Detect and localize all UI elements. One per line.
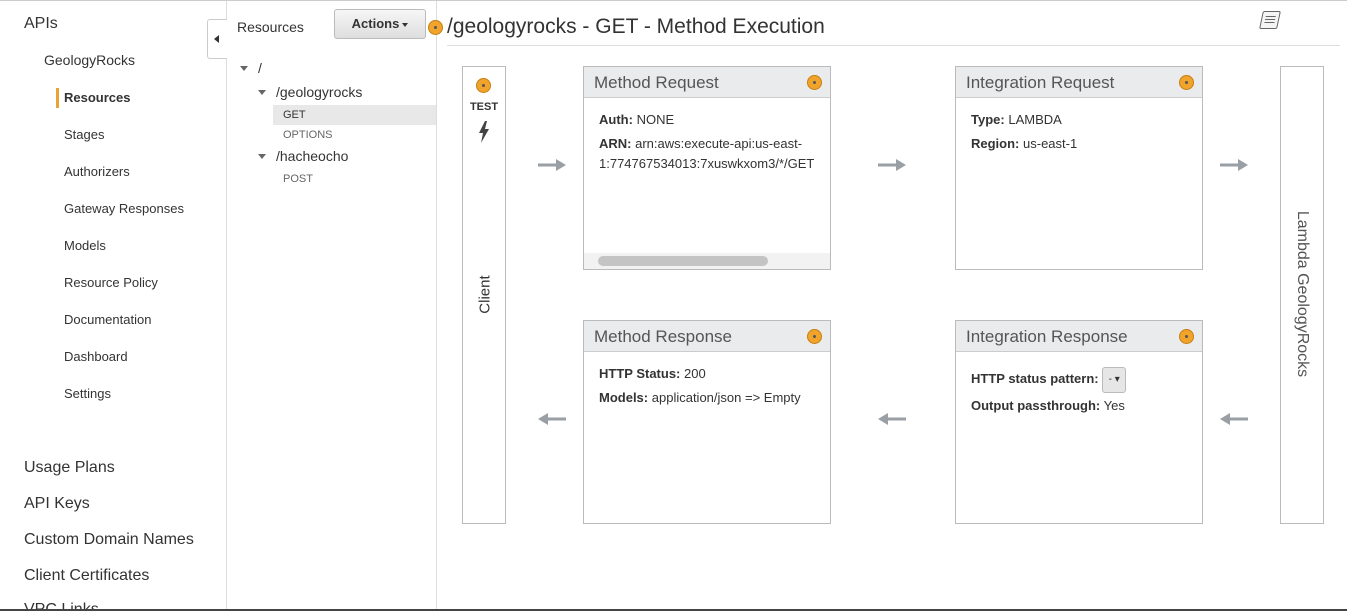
output-passthrough-label: Output passthrough:	[971, 398, 1101, 413]
models-value: application/json => Empty	[651, 390, 801, 405]
book-icon[interactable]	[1259, 11, 1281, 29]
status-pattern-label: HTTP status pattern:	[971, 371, 1099, 386]
output-passthrough-value: Yes	[1103, 398, 1125, 413]
resources-heading: Resources	[237, 19, 304, 35]
horizontal-scrollbar[interactable]	[584, 253, 830, 269]
nav-item-settings[interactable]: Settings	[64, 386, 111, 401]
region-label: Region:	[971, 136, 1020, 151]
resource-tree-panel: Resources Actions / /geologyrocks GET OP…	[228, 1, 437, 609]
actions-dropdown-button[interactable]: Actions	[334, 9, 426, 39]
tree-method-get[interactable]: GET	[273, 105, 436, 125]
actions-label: Actions	[351, 16, 400, 31]
integration-response-panel[interactable]: Integration Response HTTP status pattern…	[955, 320, 1203, 524]
collapse-nav-button[interactable]	[207, 19, 227, 59]
chevron-down-icon	[402, 22, 409, 27]
gear-icon[interactable]	[476, 78, 491, 93]
lightning-bolt-icon[interactable]	[478, 121, 490, 143]
method-request-header[interactable]: Method Request	[584, 67, 830, 98]
tree-node-hacheocho[interactable]: /hacheocho	[276, 148, 348, 164]
integration-response-body: HTTP status pattern: - ▾ Output passthro…	[956, 352, 1202, 428]
integration-request-title[interactable]: Integration Request	[966, 73, 1114, 92]
nav-api-name[interactable]: GeologyRocks	[44, 52, 135, 68]
tree-method-post[interactable]: POST	[273, 169, 323, 189]
gear-icon[interactable]	[807, 329, 822, 344]
integration-request-body: Type: LAMBDA Region: us-east-1	[956, 98, 1202, 166]
nav-client-certificates[interactable]: Client Certificates	[24, 567, 149, 585]
arrow-left-icon	[538, 413, 566, 425]
status-pattern-value: -	[1108, 373, 1112, 385]
arrow-left-icon	[1220, 413, 1248, 425]
region-value: us-east-1	[1023, 136, 1078, 151]
expand-caret-icon[interactable]	[258, 154, 266, 159]
status-pattern-select[interactable]: - ▾	[1102, 366, 1127, 393]
nav-vpc-links[interactable]: VPC Links	[24, 601, 99, 609]
integration-request-header[interactable]: Integration Request	[956, 67, 1202, 98]
type-label: Type:	[971, 112, 1005, 127]
expand-caret-icon[interactable]	[258, 90, 266, 95]
arrow-right-icon	[1220, 159, 1248, 171]
arrow-right-icon	[538, 159, 566, 171]
gear-icon[interactable]	[1179, 75, 1194, 90]
tree-method-options[interactable]: OPTIONS	[273, 125, 343, 145]
test-label[interactable]: TEST	[463, 101, 505, 113]
nav-item-resource-policy[interactable]: Resource Policy	[64, 275, 158, 290]
left-navigation: APIs GeologyRocks Resources Stages Autho…	[0, 1, 227, 609]
tree-node-geologyrocks[interactable]: /geologyrocks	[276, 84, 362, 100]
nav-item-dashboard[interactable]: Dashboard	[64, 349, 128, 364]
lambda-label: Lambda GeologyRocks	[1294, 210, 1311, 378]
nav-custom-domain-names[interactable]: Custom Domain Names	[24, 531, 194, 549]
nav-usage-plans[interactable]: Usage Plans	[24, 459, 115, 477]
arrow-right-icon	[878, 159, 906, 171]
client-label: Client	[476, 275, 494, 314]
method-response-title[interactable]: Method Response	[594, 327, 732, 346]
gear-icon[interactable]	[1179, 329, 1194, 344]
method-request-body: Auth: NONE ARN: arn:aws:execute-api:us-e…	[584, 98, 830, 184]
title-divider	[447, 45, 1340, 46]
http-status-value: 200	[684, 366, 706, 381]
nav-item-stages[interactable]: Stages	[64, 127, 104, 142]
integration-response-header[interactable]: Integration Response	[956, 321, 1202, 352]
integration-request-panel[interactable]: Integration Request Type: LAMBDA Region:…	[955, 66, 1203, 270]
models-label: Models:	[599, 390, 649, 405]
auth-value: NONE	[636, 112, 675, 127]
lambda-column[interactable]: Lambda GeologyRocks	[1280, 66, 1324, 524]
caret-left-icon	[214, 35, 219, 43]
http-status-label: HTTP Status:	[599, 366, 681, 381]
nav-apis-link[interactable]: APIs	[24, 15, 58, 33]
nav-item-models[interactable]: Models	[64, 238, 106, 253]
tree-node-root[interactable]: /	[258, 60, 262, 76]
client-column[interactable]: TEST Client	[462, 66, 506, 524]
method-response-panel[interactable]: Method Response HTTP Status: 200 Models:…	[583, 320, 831, 524]
method-request-panel[interactable]: Method Request Auth: NONE ARN: arn:aws:e…	[583, 66, 831, 270]
nav-item-resources[interactable]: Resources	[64, 90, 130, 105]
arn-label: ARN:	[599, 136, 632, 151]
nav-item-documentation[interactable]: Documentation	[64, 312, 151, 327]
method-response-header[interactable]: Method Response	[584, 321, 830, 352]
arrow-left-icon	[878, 413, 906, 425]
type-value: LAMBDA	[1008, 112, 1062, 127]
integration-response-title[interactable]: Integration Response	[966, 327, 1128, 346]
active-indicator	[56, 88, 59, 108]
nav-item-gateway-responses[interactable]: Gateway Responses	[64, 201, 184, 216]
gear-icon[interactable]	[807, 75, 822, 90]
scrollbar-thumb[interactable]	[598, 256, 768, 266]
arn-value-line1: arn:aws:execute-api:us-east-	[635, 136, 803, 151]
method-execution-view: /geologyrocks - GET - Method Execution T…	[428, 1, 1347, 609]
gear-icon[interactable]	[428, 20, 443, 35]
arn-value-line2: 1:774767534013:7xuswkxom3/*/GET	[599, 156, 815, 171]
app-frame: APIs GeologyRocks Resources Stages Autho…	[0, 0, 1347, 611]
auth-label: Auth:	[599, 112, 633, 127]
nav-api-keys[interactable]: API Keys	[24, 495, 90, 513]
page-title: /geologyrocks - GET - Method Execution	[447, 15, 825, 38]
nav-item-authorizers[interactable]: Authorizers	[64, 164, 130, 179]
expand-caret-icon[interactable]	[240, 66, 248, 71]
method-response-body: HTTP Status: 200 Models: application/jso…	[584, 352, 830, 420]
method-request-title[interactable]: Method Request	[594, 73, 719, 92]
